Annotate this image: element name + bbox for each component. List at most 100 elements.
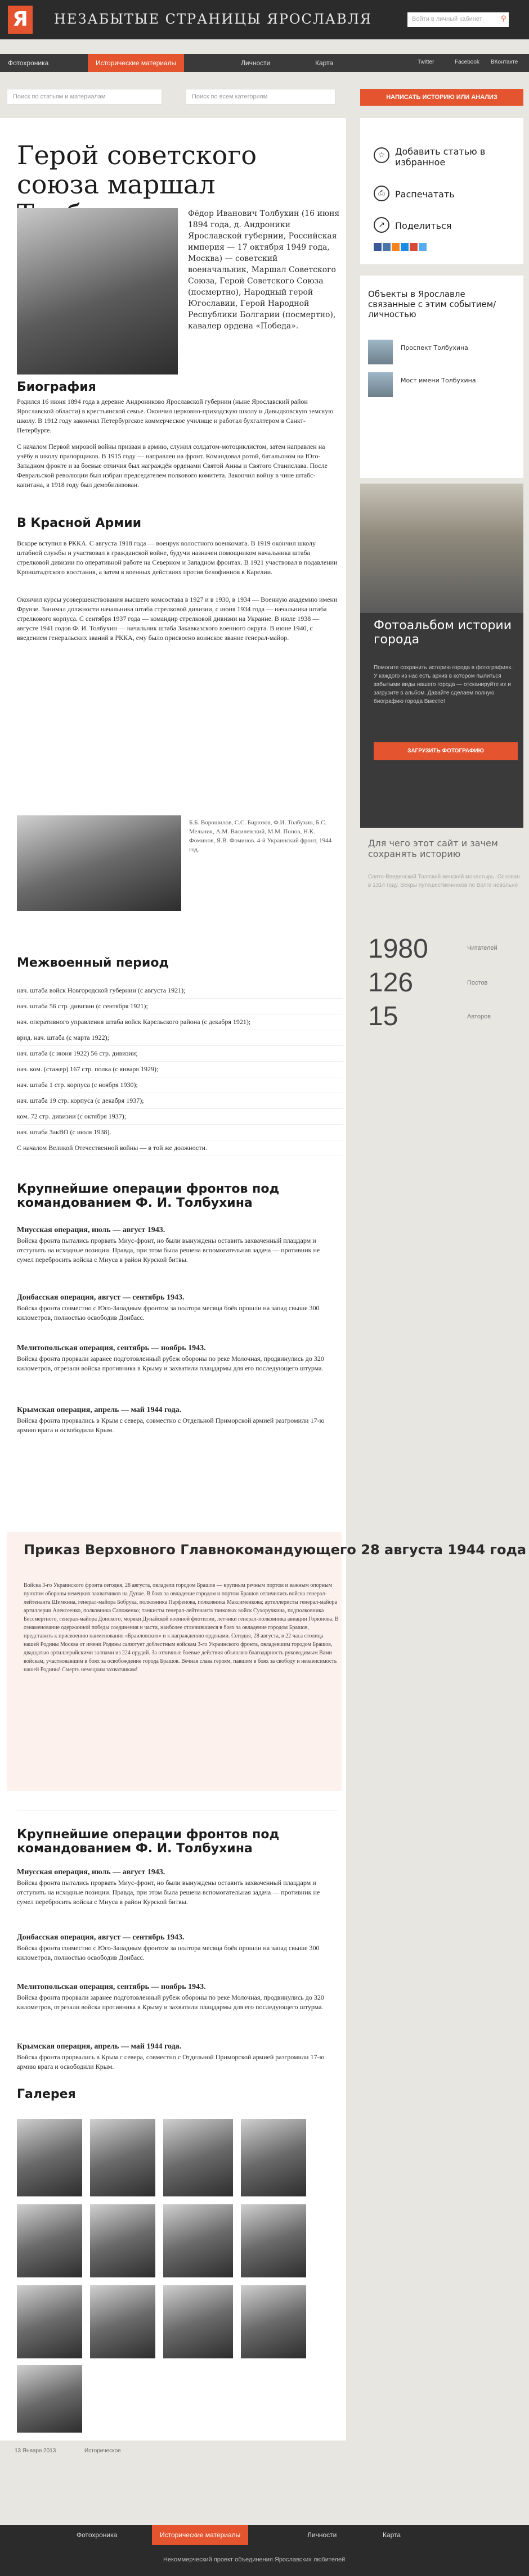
google-icon[interactable] [410, 243, 418, 251]
articles-search[interactable]: Поиск по статьям и материалам [7, 89, 162, 105]
operation-title: Миусская операция, июль — август 1943. [17, 1868, 165, 1876]
category-search[interactable]: Поиск по всем категориям [186, 89, 335, 105]
photo-caption: Б.Б. Ворошилов, С.С. Бирюзов, Ф.И. Толбу… [189, 819, 332, 853]
gallery-photo[interactable] [241, 2204, 306, 2277]
stat-label: Постов [467, 980, 488, 986]
gallery-photo[interactable] [163, 2285, 233, 2358]
vk-link[interactable]: ВКонтакте [491, 59, 518, 65]
gallery-photo[interactable] [241, 2119, 306, 2196]
list-item: нач. штаба войск Новгородской губернии (… [17, 983, 343, 999]
red-army-paragraph-2: Окончил курсы усовершенствования высшего… [17, 595, 338, 642]
interwar-list: нач. штаба войск Новгородской губернии (… [17, 983, 343, 1156]
share-link[interactable]: Поделиться [395, 220, 452, 231]
operation-title: Мелитопольская операция, сентябрь — нояб… [17, 1344, 206, 1352]
why-text: Свято-Введенский Толгский женский монаст… [368, 874, 520, 888]
print-link[interactable]: Распечатать [395, 189, 455, 200]
operation-title: Донбасская операция, август — сентябрь 1… [17, 1933, 185, 1942]
gallery-photo[interactable] [163, 2119, 233, 2196]
album-text: Помогите сохранить историю города в фото… [374, 665, 513, 705]
list-item: нач. штаба ЗакВО (с июля 1938). [17, 1125, 343, 1140]
stat-value: 1980 [368, 934, 428, 964]
footer-nav-history[interactable]: Исторические материалы [152, 2525, 249, 2545]
list-item: нач. штаба 1 стр. корпуса (с ноября 1930… [17, 1077, 343, 1093]
stat-value: 15 [368, 1001, 398, 1031]
order-heading: Приказ Верховного Главнокомандующего 28 … [24, 1542, 527, 1558]
gallery-photo[interactable] [90, 2204, 155, 2277]
facebook-link[interactable]: Facebook [455, 59, 479, 65]
article-intro: Фёдор Иванович Толбухин (16 июня 1894 го… [188, 209, 340, 331]
red-army-paragraph-1: Вскоре вступил в РККА. С августа 1918 го… [17, 539, 338, 576]
gallery-photo[interactable] [17, 2119, 82, 2196]
operation-text: Войска фронта совместно с Юго-Западным ф… [17, 1944, 320, 1961]
related-thumb[interactable] [368, 372, 393, 397]
favorite-link[interactable]: Добавить статью в избранное [395, 146, 513, 168]
list-item: нач. штаба (с июня 1922) 56 стр. дивизии… [17, 1046, 343, 1062]
list-item: ком. 72 стр. дивизии (с октября 1937); [17, 1109, 343, 1125]
related-thumb[interactable] [368, 340, 393, 364]
twitter-link[interactable]: Twitter [418, 59, 434, 65]
nav-item-history[interactable]: Исторические материалы [88, 54, 185, 72]
footer-nav-photo[interactable]: Фотохроника [77, 2531, 117, 2539]
gallery-photo[interactable] [90, 2285, 155, 2358]
related-heading: Объекты в Ярославле связанные с этим соб… [368, 289, 496, 319]
gallery-photo[interactable] [17, 2365, 82, 2433]
list-item: врид. нач. штаба (с марта 1922); [17, 1030, 343, 1046]
article-date: 13 Января 2013 [15, 2448, 56, 2454]
footer-nav-persons[interactable]: Личности [307, 2531, 337, 2539]
operation-text: Войска фронта прорвали заранее подготовл… [17, 1993, 324, 2011]
site-title[interactable]: НЕЗАБЫТЫЕ СТРАНИЦЫ ЯРОСЛАВЛЯ [54, 11, 372, 27]
biography-heading: Биография [17, 380, 96, 394]
operation-text: Войска фронта пытались прорвать Миус-фро… [17, 1879, 320, 1906]
operation-title: Миусская операция, июль — август 1943. [17, 1226, 165, 1234]
gallery-photo[interactable] [17, 2285, 82, 2358]
interwar-heading: Межвоенный период [17, 956, 169, 970]
footer-nav: Фотохроника Исторические материалы Лично… [0, 2525, 529, 2545]
gallery-heading: Галерея [17, 2087, 76, 2101]
bio-paragraph-1: Родился 16 июня 1894 года в деревне Андр… [17, 398, 334, 434]
ok-icon[interactable] [392, 243, 400, 251]
operation-text: Войска фронта прорвались в Крым с севера… [17, 2053, 325, 2070]
star-icon[interactable]: ☆ [374, 147, 389, 163]
operation-title: Донбасская операция, август — сентябрь 1… [17, 1293, 185, 1302]
nav-item-map[interactable]: Карта [315, 59, 333, 67]
why-heading: Для чего этот сайт и зачем сохранять ист… [368, 838, 498, 859]
gallery-photo[interactable] [241, 2285, 306, 2358]
twitter-icon[interactable] [419, 243, 427, 251]
mailru-icon[interactable] [401, 243, 409, 251]
operation-title: Крымская операция, апрель — май 1944 год… [17, 1406, 182, 1414]
vk-icon[interactable] [383, 243, 391, 251]
list-item: нач. ком. (стажер) 167 стр. полка (с янв… [17, 1062, 343, 1077]
footer-nav-map[interactable]: Карта [383, 2531, 401, 2539]
gallery-photo[interactable] [163, 2204, 233, 2277]
nav-item-photo[interactable]: Фотохроника [8, 59, 48, 67]
site-logo[interactable]: Я [8, 6, 33, 34]
bio-paragraph-2: С началом Первой мировой войны призван в… [17, 443, 328, 489]
staff-group-photo [17, 815, 181, 911]
operations-heading: Крупнейшие операции фронтов под командов… [17, 1182, 280, 1210]
search-icon[interactable]: ⚲ [501, 15, 506, 23]
upload-photo-button[interactable]: ЗАГРУЗИТЬ ФОТОГРАФИЮ [374, 742, 518, 760]
article-meta: 13 Января 2013 Историческое [0, 2441, 529, 2464]
operation-title: Мелитопольская операция, сентябрь — нояб… [17, 1983, 206, 1991]
operation-text: Войска фронта совместно с Юго-Западным ф… [17, 1304, 320, 1321]
stat-label: Авторов [467, 1013, 491, 1020]
search-input[interactable]: Войти в личный кабинет [407, 12, 509, 27]
list-item: С началом Великой Отечественной войны — … [17, 1140, 343, 1156]
add-story-button[interactable]: НАПИСАТЬ ИСТОРИЮ ИЛИ АНАЛИЗ [360, 89, 523, 106]
order-text: Войска 3-го Украинского фронта сегодня, … [24, 1582, 339, 1673]
facebook-icon[interactable] [374, 243, 382, 251]
gallery-photo[interactable] [90, 2119, 155, 2196]
operation-text: Войска фронта прорвали заранее подготовл… [17, 1355, 324, 1372]
stat-label: Читателей [467, 945, 497, 951]
article-category[interactable]: Историческое [84, 2448, 121, 2454]
related-link[interactable]: Проспект Толбухина [401, 344, 468, 351]
operation-text: Войска фронта пытались прорвать Миус-фро… [17, 1237, 320, 1264]
related-link[interactable]: Мост имени Толбухина [401, 377, 476, 384]
gallery-photo[interactable] [17, 2204, 82, 2277]
list-item: нач. штаба 56 стр. дивизии (с сентября 1… [17, 999, 343, 1014]
nav-item-persons[interactable]: Личности [241, 59, 270, 67]
print-icon[interactable]: ⎙ [374, 186, 389, 201]
share-icon[interactable]: ↗ [374, 217, 389, 233]
album-photo [360, 484, 523, 613]
copyright-text: Некоммерческий проект объединения Яросла… [163, 2556, 346, 2563]
